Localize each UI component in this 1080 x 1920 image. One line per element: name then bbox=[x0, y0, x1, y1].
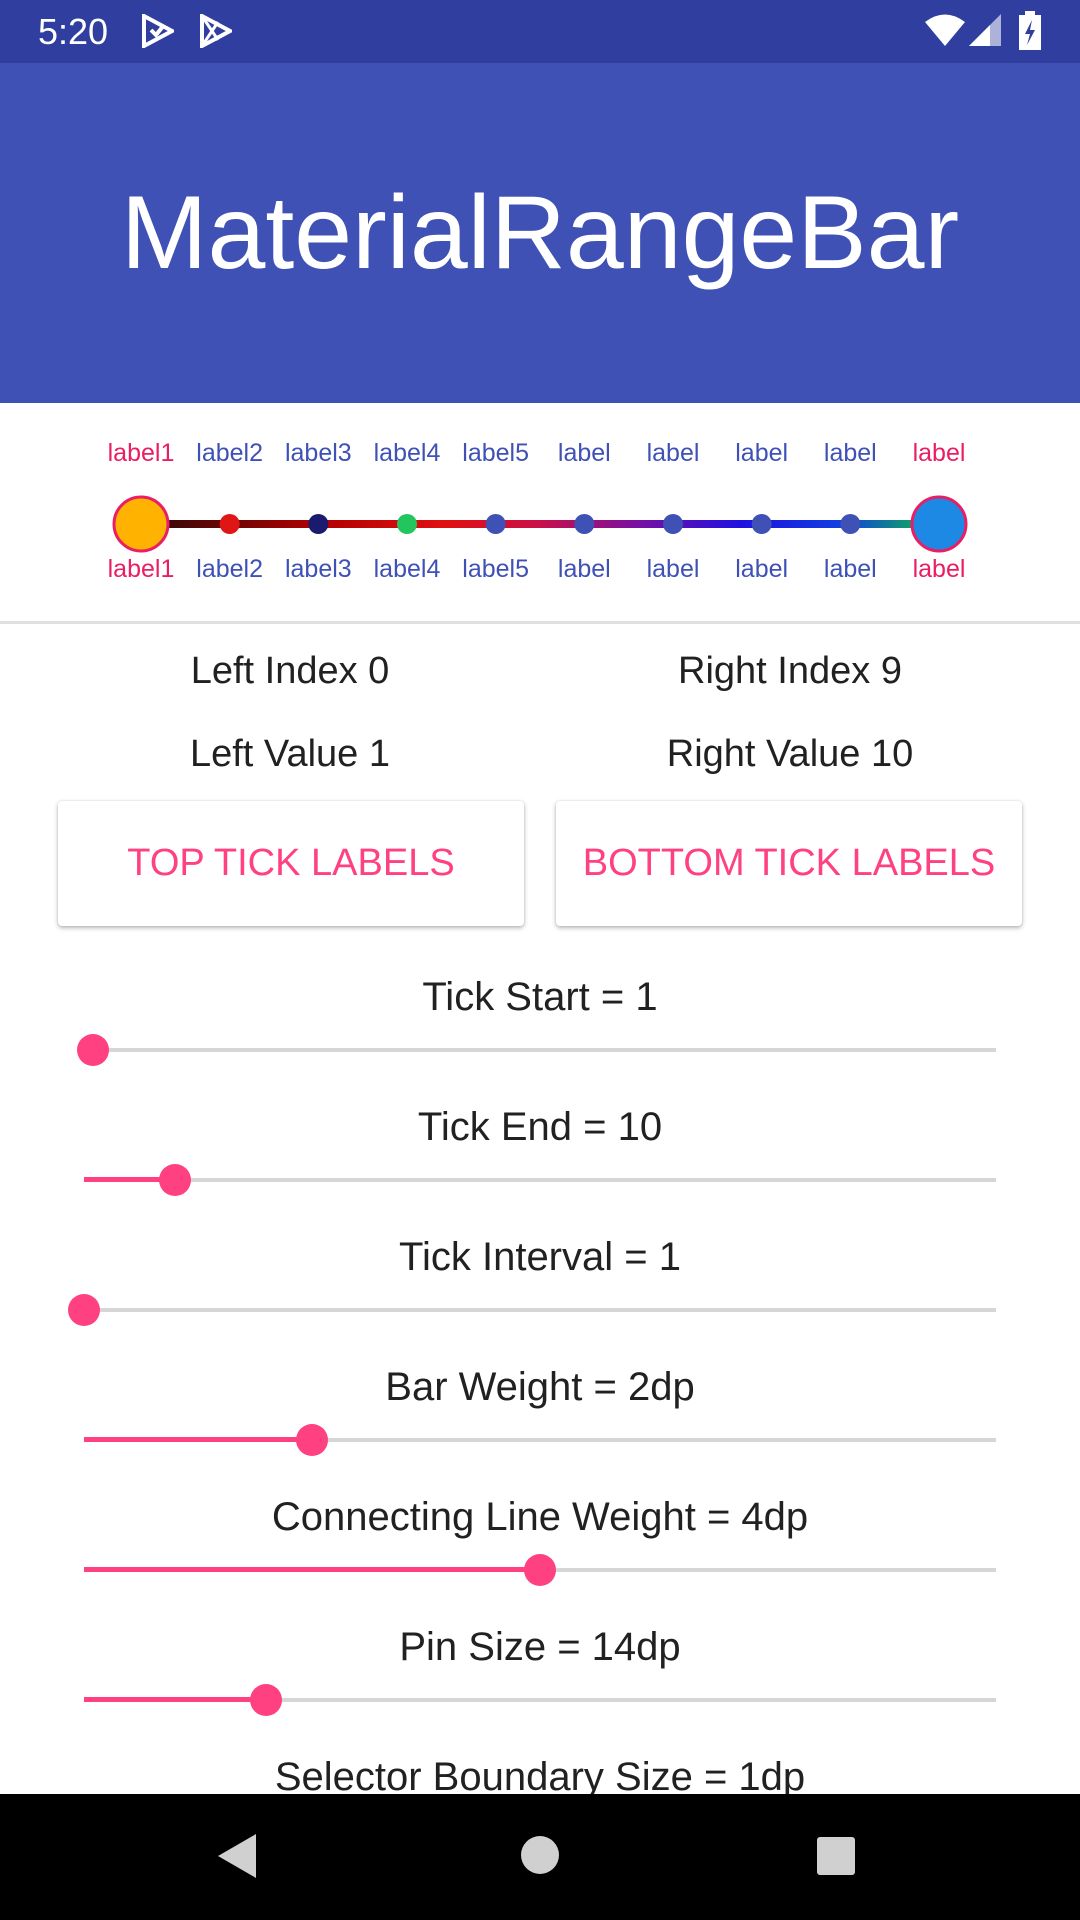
tick-end-label: Tick End = 10 bbox=[417, 1105, 663, 1149]
status-time: 5:20 bbox=[38, 11, 109, 52]
seekbar-track bbox=[84, 1178, 996, 1182]
material-range-bar[interactable]: label1 label2 label3 label4 label5 label label… bbox=[0, 403, 1080, 621]
tick-mark bbox=[219, 514, 240, 534]
left-value-text: Left Value 1 bbox=[189, 733, 390, 775]
tick-mark bbox=[397, 514, 417, 534]
right-index-text: Right Index 9 bbox=[678, 650, 902, 692]
back-icon[interactable] bbox=[216, 1832, 260, 1880]
tick-start-seekbar[interactable] bbox=[77, 1030, 996, 1070]
play-protect-icon bbox=[142, 14, 174, 48]
status-bar: 5:20 bbox=[0, 0, 1080, 63]
divider bbox=[0, 621, 1080, 624]
home-icon[interactable] bbox=[519, 1834, 561, 1876]
tick-end-seekbar[interactable] bbox=[84, 1160, 996, 1200]
tick-mark bbox=[751, 514, 772, 534]
tick-mark bbox=[485, 514, 506, 534]
bottom-tick-label: label2 bbox=[196, 555, 264, 583]
left-index-text: Left Index 0 bbox=[190, 650, 390, 692]
tick-mark bbox=[663, 514, 683, 534]
bottom-tick-label: label bbox=[912, 555, 966, 583]
recents-icon[interactable] bbox=[816, 1836, 856, 1876]
seekbar-thumb[interactable] bbox=[296, 1424, 328, 1456]
bottom-tick-label: label4 bbox=[373, 555, 441, 583]
seekbar-progress bbox=[84, 1437, 312, 1442]
seekbar-progress bbox=[84, 1697, 267, 1702]
app-title: MaterialRangeBar bbox=[120, 174, 960, 291]
bottom-tick-label: label1 bbox=[107, 555, 175, 583]
bar-weight-seekbar[interactable] bbox=[84, 1420, 996, 1460]
range-bar-connecting-line bbox=[141, 520, 939, 528]
seekbar-progress bbox=[84, 1567, 540, 1572]
connecting-line-weight-label: Connecting Line Weight = 4dp bbox=[271, 1495, 809, 1539]
play-store-icon bbox=[200, 14, 232, 48]
seekbar-track bbox=[84, 1308, 996, 1312]
bottom-tick-label: label bbox=[823, 555, 877, 583]
bottom-tick-labels-button[interactable]: BOTTOM TICK LABELS bbox=[556, 801, 1022, 926]
pin-size-label: Pin Size = 14dp bbox=[399, 1625, 681, 1669]
top-tick-labels-button[interactable]: TOP TICK LABELS bbox=[58, 801, 524, 926]
seekbar-thumb[interactable] bbox=[250, 1684, 283, 1716]
seekbar-thumb[interactable] bbox=[524, 1554, 556, 1586]
bottom-tick-label: label bbox=[557, 555, 611, 583]
seekbar-thumb[interactable] bbox=[77, 1034, 110, 1066]
navigation-bar bbox=[0, 1794, 1080, 1920]
tick-interval-seekbar[interactable] bbox=[68, 1290, 996, 1330]
range-bar-graphic[interactable] bbox=[0, 403, 1080, 621]
bottom-tick-label: label bbox=[735, 555, 789, 583]
tick-start-label: Tick Start = 1 bbox=[422, 975, 658, 1019]
connecting-line-weight-seekbar[interactable] bbox=[84, 1550, 996, 1590]
wifi-icon bbox=[925, 14, 965, 46]
cell-signal-icon bbox=[969, 14, 1001, 46]
seekbar-thumb[interactable] bbox=[159, 1164, 192, 1196]
battery-charging-icon bbox=[1019, 11, 1041, 50]
tick-mark bbox=[574, 514, 595, 534]
tick-mark bbox=[840, 514, 861, 534]
seekbar-thumb[interactable] bbox=[68, 1294, 100, 1326]
bar-weight-label: Bar Weight = 2dp bbox=[385, 1365, 695, 1409]
pin-size-seekbar[interactable] bbox=[84, 1680, 996, 1720]
tick-mark bbox=[308, 514, 329, 534]
tick-interval-label: Tick Interval = 1 bbox=[399, 1235, 681, 1279]
right-thumb[interactable] bbox=[910, 495, 968, 553]
left-thumb[interactable] bbox=[112, 495, 170, 553]
bottom-tick-label: label5 bbox=[462, 555, 530, 583]
app-bar: MaterialRangeBar bbox=[0, 63, 1080, 403]
bottom-tick-label: label bbox=[646, 555, 700, 583]
seekbar-track bbox=[84, 1048, 996, 1052]
right-value-text: Right Value 10 bbox=[666, 733, 914, 775]
bottom-tick-label: label3 bbox=[284, 555, 352, 583]
